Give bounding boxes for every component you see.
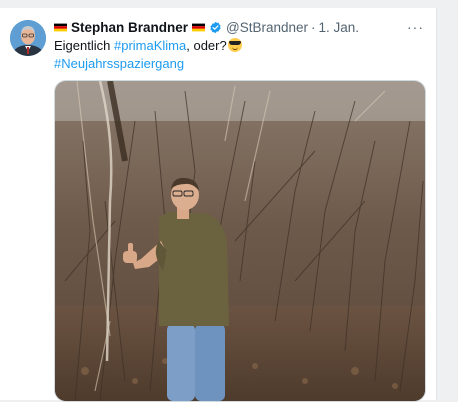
avatar-image xyxy=(10,20,46,56)
de-flag-icon xyxy=(54,23,67,31)
tweet-text: Eigentlich #primaKlima, oder? #Neujahrss… xyxy=(54,37,414,73)
tweet-date[interactable]: 1. Jan. xyxy=(319,20,360,35)
hashtag-link[interactable]: #Neujahrsspaziergang xyxy=(54,56,184,71)
de-flag-icon xyxy=(192,23,206,31)
tweet-header: Stephan Brandner @StBrandner · 1. Jan. xyxy=(54,18,426,36)
more-options-icon[interactable]: ··· xyxy=(407,20,424,34)
tweet-card[interactable]: Stephan Brandner @StBrandner · 1. Jan. ·… xyxy=(0,8,437,402)
avatar[interactable] xyxy=(10,20,46,56)
author-handle[interactable]: @StBrandner xyxy=(226,20,308,35)
photo-image xyxy=(55,81,425,401)
separator-dot: · xyxy=(311,19,316,35)
author-name[interactable]: Stephan Brandner xyxy=(71,20,188,35)
smiling-face-with-sunglasses-icon xyxy=(227,38,242,52)
hashtag-link[interactable]: #primaKlima xyxy=(114,38,186,53)
tweet-text-middle: , oder? xyxy=(186,38,227,53)
tweet-text-prefix: Eigentlich xyxy=(54,38,114,53)
verified-badge-icon[interactable] xyxy=(209,21,222,34)
tweet-photo[interactable] xyxy=(54,80,426,402)
